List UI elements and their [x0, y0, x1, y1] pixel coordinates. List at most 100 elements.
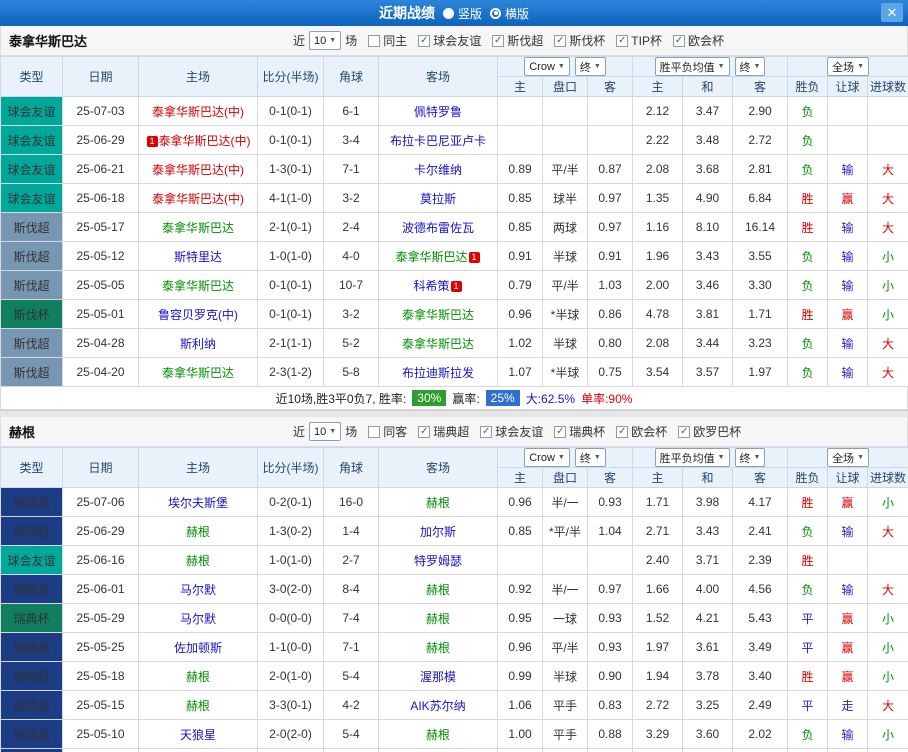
- team-link[interactable]: 泰拿华斯巴达(中): [152, 105, 244, 119]
- league-type-cell: 球会友谊: [1, 126, 63, 155]
- date-cell: 25-07-03: [63, 97, 139, 126]
- final-odds-select[interactable]: 终▼: [735, 57, 766, 76]
- score-cell[interactable]: 2-1(1-1): [258, 329, 324, 358]
- score-cell[interactable]: 1-1(0-0): [258, 633, 324, 662]
- team-link[interactable]: 泰拿华斯巴达: [162, 366, 234, 380]
- team-link[interactable]: 泰拿华斯巴达: [402, 308, 474, 322]
- avg-odds-select[interactable]: 胜平负均值▼: [655, 448, 730, 467]
- avg-odds-select[interactable]: 胜平负均值▼: [655, 57, 730, 76]
- team-link[interactable]: 卡尔维纳: [414, 163, 462, 177]
- sub-column-header: 主: [633, 468, 683, 488]
- league-filter-checkbox[interactable]: ✓欧会杯: [616, 423, 667, 440]
- team-link[interactable]: 加尔斯: [420, 525, 456, 539]
- same-venue-checkbox[interactable]: 同客: [368, 423, 407, 440]
- score-cell[interactable]: 0-1(0-1): [258, 97, 324, 126]
- team-link[interactable]: 赫根: [186, 699, 210, 713]
- score-cell[interactable]: 0-2(0-1): [258, 488, 324, 517]
- corner-cell: 5-8: [324, 358, 379, 387]
- final-odds-select[interactable]: 终▼: [575, 448, 606, 467]
- score-cell[interactable]: 1-0(1-0): [258, 242, 324, 271]
- score-cell[interactable]: 2-3(1-2): [258, 358, 324, 387]
- avg-header-group: 胜平负均值▼ 终▼: [633, 448, 788, 468]
- vertical-layout-radio[interactable]: 竖版: [443, 5, 482, 22]
- score-cell[interactable]: 2-1(0-1): [258, 213, 324, 242]
- team-link[interactable]: 科希策: [413, 279, 449, 293]
- score-cell[interactable]: 0-1(0-1): [258, 271, 324, 300]
- team-link[interactable]: 马尔默: [180, 583, 216, 597]
- team-link[interactable]: 赫根: [186, 525, 210, 539]
- avg-odds-cell: 3.43: [683, 517, 733, 546]
- match-count-select[interactable]: 10▼: [309, 422, 341, 441]
- scope-select[interactable]: 全场▼: [827, 448, 869, 467]
- team-link[interactable]: 斯特里达: [174, 250, 222, 264]
- league-filter-checkbox[interactable]: ✓欧罗巴杯: [678, 423, 741, 440]
- bookmaker-select[interactable]: Crow▼: [524, 448, 570, 467]
- league-filter-checkbox[interactable]: ✓欧会杯: [673, 32, 724, 49]
- bookmaker-select[interactable]: Crow▼: [524, 57, 570, 76]
- score-cell[interactable]: 2-0(2-0): [258, 720, 324, 749]
- team-link[interactable]: 波德布雷佐瓦: [402, 221, 474, 235]
- score-cell[interactable]: 3-0(2-0): [258, 575, 324, 604]
- team-link[interactable]: 泰拿华斯巴达: [162, 279, 234, 293]
- team-link[interactable]: 赫根: [186, 554, 210, 568]
- league-filter-checkbox[interactable]: ✓瑞典超: [418, 423, 469, 440]
- match-count-select[interactable]: 10▼: [309, 31, 341, 50]
- final-odds-select[interactable]: 终▼: [575, 57, 606, 76]
- team-link[interactable]: 赫根: [426, 612, 450, 626]
- score-cell[interactable]: 0-1(0-1): [258, 300, 324, 329]
- team-link[interactable]: 泰拿华斯巴达: [162, 221, 234, 235]
- final-odds-select[interactable]: 终▼: [735, 448, 766, 467]
- corner-cell: 11-2: [324, 749, 379, 752]
- score-cell[interactable]: 1-3(0-2): [258, 517, 324, 546]
- league-filter-checkbox-label: 瑞典超: [433, 423, 469, 440]
- league-filter-checkbox[interactable]: ✓TIP杯: [616, 32, 662, 49]
- odds-cell: 0.96: [498, 633, 543, 662]
- team-link[interactable]: 赫根: [186, 670, 210, 684]
- score-cell[interactable]: 4-1(1-0): [258, 184, 324, 213]
- league-filter-checkbox[interactable]: ✓球会友谊: [480, 423, 543, 440]
- same-venue-checkbox[interactable]: 同主: [368, 32, 407, 49]
- team-link[interactable]: 莫拉斯: [420, 192, 456, 206]
- team-link[interactable]: 佩特罗鲁: [414, 105, 462, 119]
- team-link[interactable]: 赫根: [426, 496, 450, 510]
- team-link[interactable]: 马尔默: [180, 612, 216, 626]
- team-link[interactable]: 布拉迪斯拉发: [402, 366, 474, 380]
- score-cell[interactable]: 1-0(1-0): [258, 546, 324, 575]
- scope-header-group: 全场▼: [788, 57, 908, 77]
- handicap-cell: 平手: [543, 691, 588, 720]
- league-filter-checkbox[interactable]: ✓斯伐杯: [554, 32, 605, 49]
- close-button[interactable]: ✕: [881, 3, 903, 22]
- score-cell[interactable]: 0-0(0-0): [258, 604, 324, 633]
- team-link[interactable]: 佐加顿斯: [174, 641, 222, 655]
- horizontal-layout-radio[interactable]: 横版: [490, 5, 529, 22]
- team-link[interactable]: 泰拿华斯巴达(中): [152, 163, 244, 177]
- team-link[interactable]: 泰拿华斯巴达: [402, 337, 474, 351]
- team-link[interactable]: 鲁容贝罗克(中): [158, 308, 238, 322]
- odds-header-group: Crow▼ 终▼: [498, 57, 633, 77]
- league-filter-checkbox[interactable]: ✓瑞典杯: [554, 423, 605, 440]
- score-cell[interactable]: 0-2(0-1): [258, 749, 324, 752]
- avg-odds-cell: 2.71: [633, 517, 683, 546]
- team-link[interactable]: 特罗姆瑟: [414, 554, 462, 568]
- team-link[interactable]: 泰拿华斯巴达(中): [159, 134, 251, 148]
- team-link[interactable]: 渥那模: [420, 670, 456, 684]
- handicap-cell: 平/半: [543, 155, 588, 184]
- team-link[interactable]: AIK苏尔纳: [410, 699, 465, 713]
- team-link[interactable]: 赫根: [426, 728, 450, 742]
- score-cell[interactable]: 2-0(1-0): [258, 662, 324, 691]
- scope-select[interactable]: 全场▼: [827, 57, 869, 76]
- score-cell[interactable]: 1-3(0-1): [258, 155, 324, 184]
- league-filter-checkbox[interactable]: ✓斯伐超: [492, 32, 543, 49]
- score-cell[interactable]: 3-3(0-1): [258, 691, 324, 720]
- league-filter-checkbox[interactable]: ✓球会友谊: [418, 32, 481, 49]
- team-link[interactable]: 天狼星: [180, 728, 216, 742]
- team-link[interactable]: 泰拿华斯巴达(中): [152, 192, 244, 206]
- score-cell[interactable]: 0-1(0-1): [258, 126, 324, 155]
- team-link[interactable]: 埃尔夫斯堡: [168, 496, 228, 510]
- team-link[interactable]: 布拉卡巴尼亚卢卡: [390, 134, 486, 148]
- team-link[interactable]: 泰拿华斯巴达: [395, 250, 467, 264]
- team-link[interactable]: 赫根: [426, 641, 450, 655]
- odds-cell: 0.97: [588, 184, 633, 213]
- team-link[interactable]: 赫根: [426, 583, 450, 597]
- team-link[interactable]: 斯利纳: [180, 337, 216, 351]
